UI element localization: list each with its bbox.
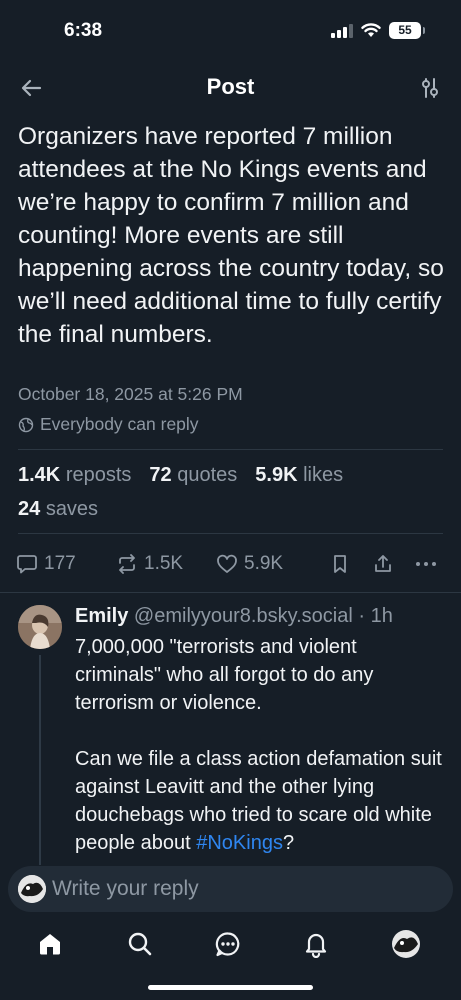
saves-label: saves bbox=[45, 498, 99, 520]
saves-stat[interactable]: 24 saves bbox=[18, 498, 98, 521]
reposts-stat[interactable]: 1.4K reposts bbox=[18, 464, 131, 487]
like-button[interactable]: 5.9K bbox=[216, 546, 283, 582]
quotes-label: quotes bbox=[177, 464, 238, 486]
avatar-image bbox=[18, 875, 46, 903]
reply-setting[interactable]: Everybody can reply bbox=[18, 414, 199, 435]
app-screen: 6:38 55 Post Organizers have reported 7 … bbox=[0, 0, 461, 1000]
profile-avatar bbox=[392, 930, 420, 958]
reply-time: · 1h bbox=[358, 605, 393, 627]
reply-author-handle[interactable]: @emilyyour8.bsky.social bbox=[134, 605, 353, 627]
reposts-label: reposts bbox=[65, 464, 132, 486]
sliders-icon[interactable] bbox=[419, 76, 441, 100]
ellipsis-icon bbox=[416, 562, 436, 566]
reply-setting-label: Everybody can reply bbox=[40, 414, 199, 434]
home-indicator bbox=[148, 985, 313, 990]
hashtag-link[interactable]: #NoKings bbox=[196, 832, 283, 854]
bookmark-icon bbox=[334, 555, 346, 573]
tab-profile[interactable] bbox=[388, 926, 424, 962]
thread-line bbox=[39, 655, 41, 865]
avatar[interactable] bbox=[18, 605, 62, 649]
status-icons: 55 bbox=[331, 22, 425, 39]
tab-home[interactable] bbox=[32, 926, 68, 962]
battery-icon: 55 bbox=[389, 22, 425, 39]
divider bbox=[18, 449, 443, 450]
share-button[interactable] bbox=[372, 546, 394, 582]
reply-text-run: ? bbox=[282, 832, 295, 854]
stats-row-2: 24 saves bbox=[18, 498, 98, 521]
heart-icon bbox=[217, 554, 237, 573]
repost-icon bbox=[119, 554, 135, 574]
stats-row: 1.4K reposts 72 quotes 5.9K likes bbox=[18, 464, 343, 487]
bookmark-button[interactable] bbox=[330, 546, 350, 582]
tab-bar bbox=[0, 918, 461, 968]
reply-post[interactable]: Emily @emilyyour8.bsky.social · 1h 7,000… bbox=[0, 593, 461, 865]
cellular-signal-icon bbox=[331, 23, 353, 38]
quotes-count: 72 bbox=[149, 464, 172, 486]
wifi-icon bbox=[361, 23, 381, 37]
repost-count: 1.5K bbox=[144, 553, 184, 574]
likes-stat[interactable]: 5.9K likes bbox=[255, 464, 343, 487]
home-icon bbox=[40, 934, 60, 955]
post-timestamp: October 18, 2025 at 5:26 PM bbox=[18, 384, 243, 404]
reply-author-line: Emily @emilyyour8.bsky.social · 1h bbox=[75, 605, 393, 628]
post-actions: 177 1.5K 5.9K bbox=[0, 546, 461, 582]
globe-icon bbox=[18, 417, 34, 432]
search-icon bbox=[128, 932, 152, 956]
tab-search[interactable] bbox=[122, 926, 158, 962]
like-count: 5.9K bbox=[244, 553, 284, 574]
likes-label: likes bbox=[303, 464, 344, 486]
quotes-stat[interactable]: 72 quotes bbox=[149, 464, 237, 487]
post-text: Organizers have reported 7 million atten… bbox=[18, 123, 444, 348]
speech-bubble-icon bbox=[17, 555, 37, 574]
post-header: Post bbox=[0, 60, 461, 116]
likes-count: 5.9K bbox=[255, 464, 298, 486]
reply-button[interactable]: 177 bbox=[16, 546, 76, 582]
reposts-count: 1.4K bbox=[18, 464, 61, 486]
bell-icon bbox=[305, 933, 327, 958]
reply-paragraph: Can we file a class action defamation su… bbox=[75, 745, 447, 857]
tab-notifications[interactable] bbox=[298, 926, 334, 962]
chat-icon bbox=[215, 932, 240, 957]
tab-chat[interactable] bbox=[210, 926, 246, 962]
more-button[interactable] bbox=[414, 546, 438, 582]
status-bar: 6:38 55 bbox=[0, 0, 461, 60]
page-title: Post bbox=[206, 74, 255, 99]
reply-composer[interactable]: Write your reply bbox=[8, 866, 453, 912]
repost-button[interactable]: 1.5K bbox=[116, 546, 183, 582]
avatar bbox=[18, 875, 46, 903]
reply-count: 177 bbox=[44, 553, 76, 574]
share-icon bbox=[375, 555, 391, 572]
reply-author-name[interactable]: Emily bbox=[75, 605, 128, 627]
divider bbox=[18, 533, 443, 534]
status-time: 6:38 bbox=[64, 20, 103, 41]
avatar-image bbox=[18, 605, 62, 649]
reply-input-placeholder: Write your reply bbox=[52, 877, 199, 900]
reply-text: 7,000,000 "terrorists and violent crimin… bbox=[75, 633, 447, 857]
saves-count: 24 bbox=[18, 498, 41, 520]
reply-paragraph: 7,000,000 "terrorists and violent crimin… bbox=[75, 636, 374, 714]
